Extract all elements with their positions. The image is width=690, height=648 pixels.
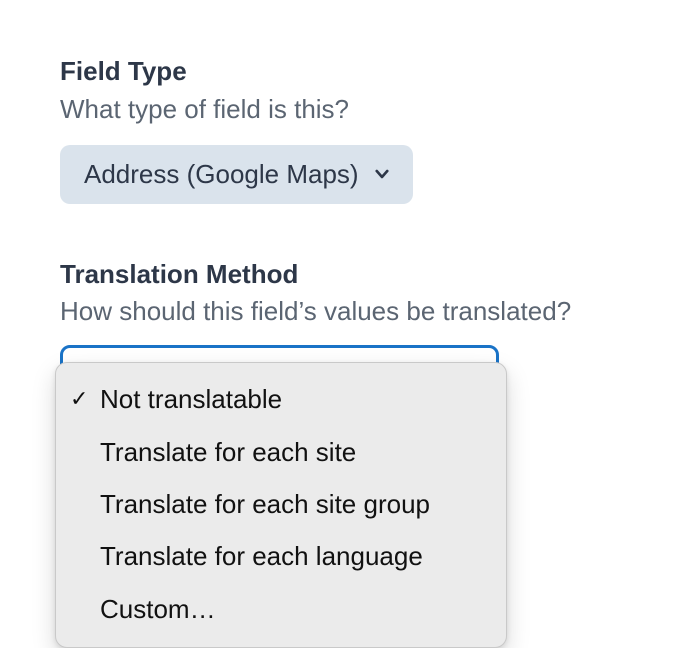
field-type-group: Field Type What type of field is this? A… — [60, 55, 630, 204]
dropdown-item-label: Not translatable — [100, 381, 282, 417]
dropdown-item-label: Translate for each site — [100, 434, 356, 470]
field-type-select[interactable]: Address (Google Maps) — [60, 145, 413, 204]
dropdown-item-each-language[interactable]: ✓ Translate for each language — [56, 530, 506, 582]
dropdown-item-each-site[interactable]: ✓ Translate for each site — [56, 426, 506, 478]
dropdown-item-each-site-group[interactable]: ✓ Translate for each site group — [56, 478, 506, 530]
translation-method-dropdown: ✓ Not translatable ✓ Translate for each … — [55, 362, 507, 648]
translation-method-description: How should this field’s values be transl… — [60, 294, 630, 329]
field-type-selected-value: Address (Google Maps) — [84, 159, 359, 190]
translation-method-label: Translation Method — [60, 258, 630, 291]
field-type-description: What type of field is this? — [60, 92, 630, 127]
check-icon: ✓ — [70, 384, 100, 415]
dropdown-item-custom[interactable]: ✓ Custom… — [56, 583, 506, 635]
dropdown-item-label: Custom… — [100, 591, 216, 627]
chevron-down-icon — [373, 165, 391, 183]
dropdown-item-label: Translate for each site group — [100, 486, 430, 522]
field-type-label: Field Type — [60, 55, 630, 88]
translation-method-select[interactable]: ✓ Not translatable ✓ Translate for each … — [60, 345, 499, 414]
dropdown-item-not-translatable[interactable]: ✓ Not translatable — [56, 373, 506, 425]
dropdown-item-label: Translate for each language — [100, 538, 423, 574]
translation-method-group: Translation Method How should this field… — [60, 258, 630, 420]
